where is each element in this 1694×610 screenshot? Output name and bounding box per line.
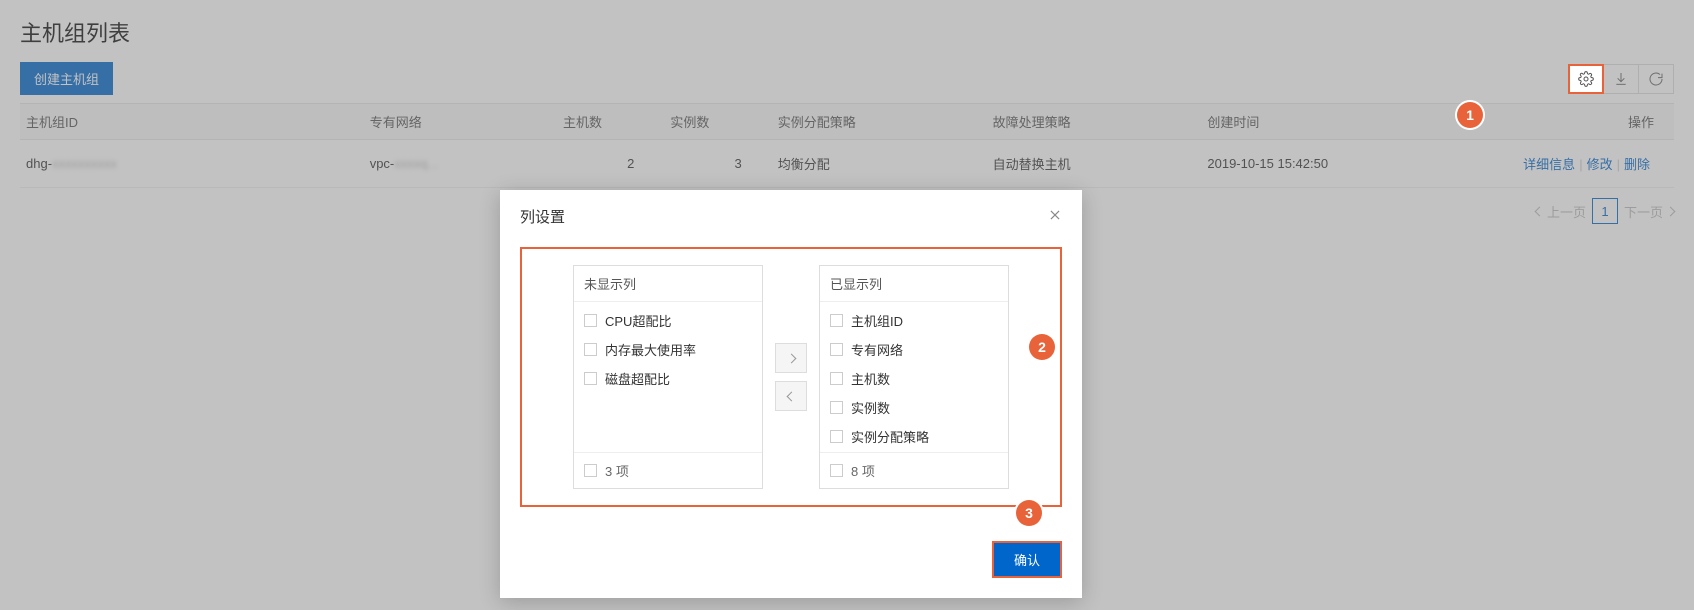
checkbox-icon: [584, 343, 597, 356]
shown-columns-body[interactable]: 主机组ID 专有网络 主机数 实例数 实例分配策略: [820, 302, 1008, 452]
hidden-columns-body: CPU超配比 内存最大使用率 磁盘超配比: [574, 302, 762, 452]
list-item[interactable]: 实例数: [820, 393, 1008, 422]
list-item-label: 主机组ID: [851, 311, 903, 330]
checkbox-icon: [584, 314, 597, 327]
hidden-columns-list: 未显示列 CPU超配比 内存最大使用率 磁盘超配比 3 项: [573, 265, 763, 489]
confirm-button[interactable]: 确认: [994, 543, 1060, 576]
list-item-label: 磁盘超配比: [605, 369, 670, 388]
shown-columns-count: 8 项: [851, 461, 875, 480]
list-item[interactable]: 实例分配策略: [820, 422, 1008, 451]
checkbox-icon: [830, 430, 843, 443]
transfer-arrows: [775, 265, 807, 489]
list-item[interactable]: 磁盘超配比: [574, 364, 762, 393]
checkbox-icon: [830, 343, 843, 356]
transfer-container: 未显示列 CPU超配比 内存最大使用率 磁盘超配比 3 项 已显示列 主机组I: [520, 247, 1062, 507]
list-item[interactable]: 主机组ID: [820, 306, 1008, 335]
hidden-columns-count: 3 项: [605, 461, 629, 480]
modal-footer: 确认: [500, 527, 1082, 598]
list-item[interactable]: 主机数: [820, 364, 1008, 393]
list-item[interactable]: CPU超配比: [574, 306, 762, 335]
list-item-label: 专有网络: [851, 340, 903, 359]
annotation-badge-3: 3: [1016, 500, 1042, 526]
modal-body: 未显示列 CPU超配比 内存最大使用率 磁盘超配比 3 项 已显示列 主机组I: [500, 237, 1082, 527]
modal-header: 列设置: [500, 190, 1082, 237]
hidden-columns-header: 未显示列: [574, 266, 762, 302]
ok-button-highlight: 确认: [992, 541, 1062, 578]
checkbox-icon[interactable]: [830, 464, 843, 477]
annotation-badge-2: 2: [1029, 334, 1055, 360]
list-item-label: 实例数: [851, 398, 890, 417]
settings-button[interactable]: [1568, 64, 1604, 94]
checkbox-icon[interactable]: [584, 464, 597, 477]
column-settings-modal: 列设置 未显示列 CPU超配比 内存最大使用率 磁盘超配比 3 项: [500, 190, 1082, 598]
move-left-button[interactable]: [775, 381, 807, 411]
checkbox-icon: [830, 314, 843, 327]
list-item-label: 实例分配策略: [851, 427, 929, 446]
move-right-button[interactable]: [775, 343, 807, 373]
hidden-columns-footer: 3 项: [574, 452, 762, 488]
gear-icon: [1578, 71, 1594, 87]
modal-close-button[interactable]: [1048, 206, 1062, 227]
shown-columns-list: 已显示列 主机组ID 专有网络 主机数 实例数 实例分配策略 8 项: [819, 265, 1009, 489]
close-icon: [1048, 208, 1062, 222]
checkbox-icon: [584, 372, 597, 385]
checkbox-icon: [830, 401, 843, 414]
list-item[interactable]: 内存最大使用率: [574, 335, 762, 364]
shown-columns-footer: 8 项: [820, 452, 1008, 488]
checkbox-icon: [830, 372, 843, 385]
shown-columns-header: 已显示列: [820, 266, 1008, 302]
chevron-left-icon: [786, 391, 796, 401]
list-item-label: 主机数: [851, 369, 890, 388]
list-item-label: CPU超配比: [605, 311, 671, 330]
chevron-right-icon: [786, 353, 796, 363]
list-item-label: 内存最大使用率: [605, 340, 696, 359]
annotation-badge-1: 1: [1457, 102, 1483, 128]
list-item[interactable]: 专有网络: [820, 335, 1008, 364]
modal-title: 列设置: [520, 206, 565, 227]
